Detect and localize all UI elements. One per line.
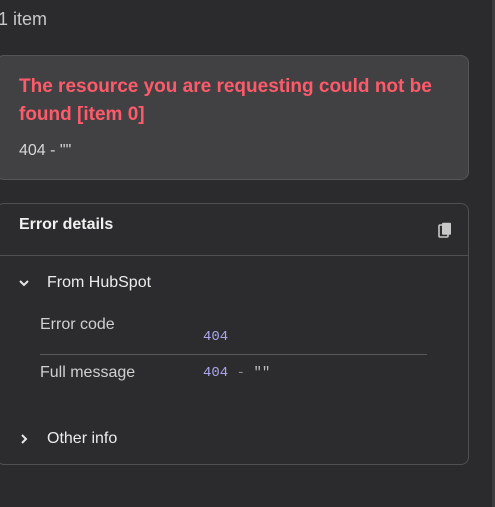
error-details-title: Error details (19, 216, 114, 233)
other-info-label: Other info (47, 430, 118, 447)
message-code: 404 (203, 365, 229, 381)
error-code-label: Error code (40, 316, 115, 333)
error-details-panel: Error details From HubSpot Error code 40… (0, 203, 469, 465)
divider (0, 255, 468, 256)
divider (40, 354, 427, 355)
chevron-right-icon (21, 434, 28, 444)
from-hubspot-label: From HubSpot (47, 274, 152, 291)
full-message-value: 404 - "" (203, 365, 270, 381)
error-subtitle: 404 - "" (19, 142, 72, 159)
copy-icon[interactable] (438, 222, 452, 238)
from-hubspot-toggle[interactable]: From HubSpot (17, 272, 151, 294)
message-text: "" (253, 365, 271, 381)
error-banner: The resource you are requesting could no… (0, 55, 469, 180)
error-title: The resource you are requesting could no… (19, 76, 432, 125)
full-message-label: Full message (40, 364, 136, 381)
error-code-value: 404 (203, 329, 229, 345)
item-count: 1 item (0, 9, 48, 29)
chevron-down-icon (19, 280, 29, 287)
other-info-toggle[interactable]: Other info (17, 428, 117, 450)
message-separator: - (236, 365, 246, 381)
